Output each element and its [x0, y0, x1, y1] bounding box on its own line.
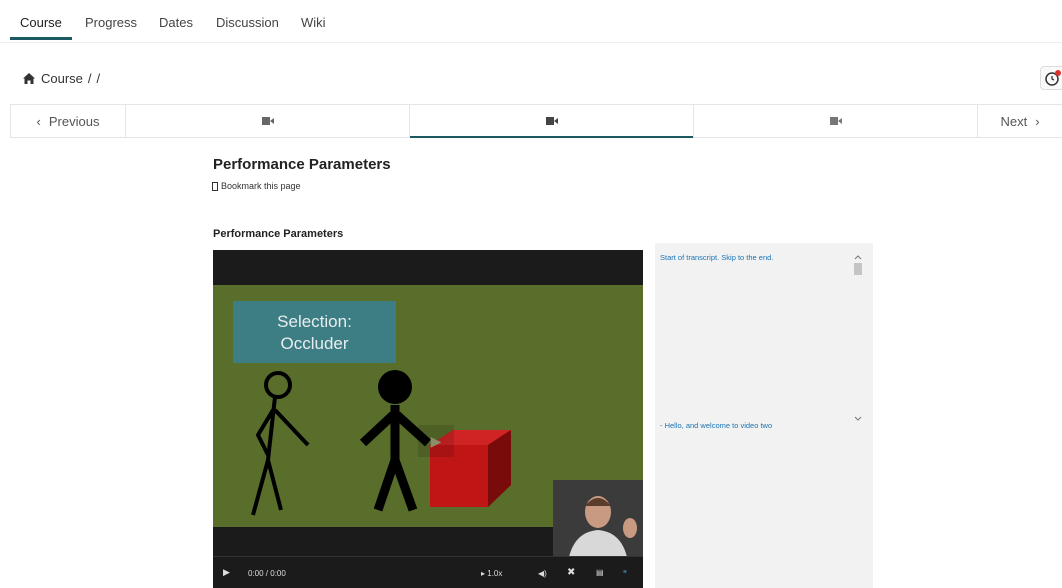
tab-wiki[interactable]: Wiki [301, 15, 326, 30]
course-tabs: Course Progress Dates Discussion Wiki [0, 0, 1062, 43]
tab-progress[interactable]: Progress [85, 15, 137, 30]
fullscreen-icon[interactable]: ✖ [567, 567, 575, 578]
speed-button[interactable]: ▸ 1.0x [481, 569, 502, 578]
transcript-panel: Start of transcript. Skip to the end. - … [655, 243, 873, 588]
bookmark-button[interactable]: Bookmark this page [212, 181, 301, 191]
breadcrumb-separator: / [87, 71, 92, 86]
previous-label: Previous [48, 113, 100, 129]
captions-icon[interactable]: ▤ [596, 568, 604, 577]
clock-icon [1045, 70, 1061, 86]
video-heading: Performance Parameters [213, 228, 344, 240]
tab-dates[interactable]: Dates [159, 15, 193, 30]
video-controls: ▶ 0:00 / 0:00 ▸ 1.0x ◀) ✖ ▤ “ [213, 557, 643, 588]
transcript-skip-link[interactable]: Start of transcript. Skip to the end. [660, 253, 773, 262]
chevron-right-icon: › [1035, 113, 1040, 129]
breadcrumb-separator: / [96, 71, 101, 86]
sequence-unit-video-3[interactable] [694, 105, 978, 137]
next-label: Next [1000, 113, 1028, 129]
sequence-navigation: ‹ Previous Next › [10, 104, 1062, 138]
bookmark-icon [212, 181, 218, 191]
transcript-line[interactable]: - Hello, and welcome to video two [660, 421, 772, 430]
speed-label: 1.0x [487, 569, 503, 578]
bookmark-label: Bookmark this page [221, 181, 301, 191]
video-player[interactable]: Selection: Occluder ▶ ▶ 0:00 / 0:00 ▸ 1.… [213, 250, 643, 588]
transcript-scrollbar[interactable] [853, 253, 863, 423]
video-frame: Selection: Occluder ▶ [213, 285, 643, 562]
home-icon [23, 73, 35, 84]
video-time: 0:00 / 0:00 [248, 569, 286, 578]
video-camera-icon [829, 117, 842, 125]
play-icon[interactable]: ▶ [223, 567, 230, 578]
tab-discussion[interactable]: Discussion [216, 15, 279, 30]
tab-course[interactable]: Course [20, 15, 62, 30]
play-overlay-button[interactable]: ▶ [418, 425, 454, 457]
chevron-left-icon: ‹ [36, 113, 41, 129]
deadline-clock-button[interactable] [1040, 66, 1062, 90]
previous-button[interactable]: ‹ Previous [11, 105, 126, 137]
active-tab-indicator [10, 37, 72, 40]
transcript-toggle-icon[interactable]: “ [623, 569, 627, 578]
sequence-unit-video-1[interactable] [126, 105, 410, 137]
breadcrumb: Course / / [22, 71, 100, 86]
sequence-unit-video-2[interactable] [410, 105, 694, 138]
video-camera-icon [261, 117, 274, 125]
unit-title: Performance Parameters [213, 156, 391, 173]
breadcrumb-course-link[interactable]: Course [41, 71, 83, 86]
instructor-image [553, 480, 643, 562]
video-camera-icon [545, 117, 558, 125]
volume-icon[interactable]: ◀) [538, 569, 547, 578]
next-button[interactable]: Next › [978, 105, 1062, 137]
instructor-video-thumbnail [553, 480, 643, 562]
